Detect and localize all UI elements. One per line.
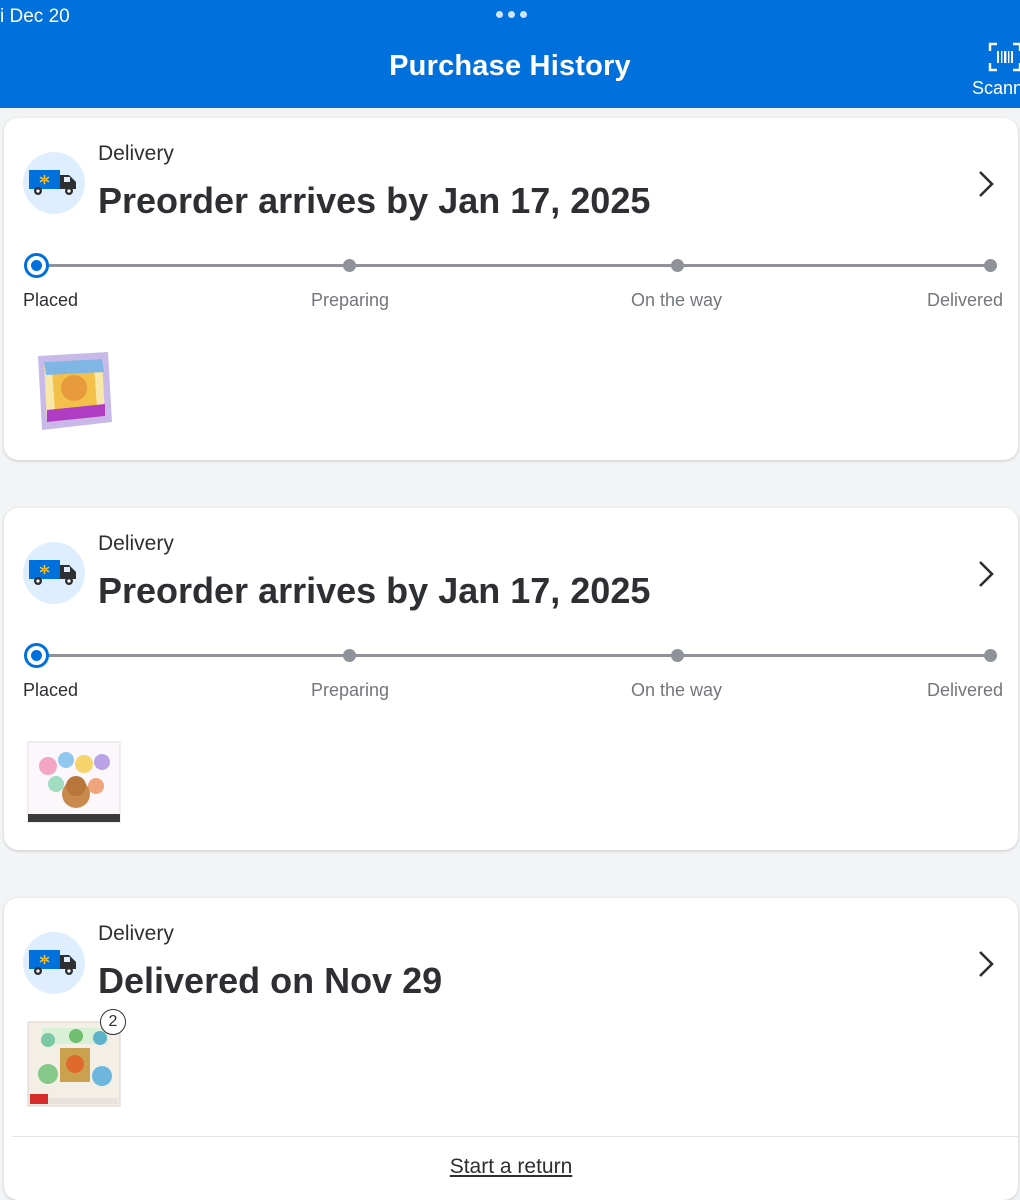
order-progress-tracker: Placed Preparing On the way Delivered <box>23 643 1004 704</box>
chevron-right-icon[interactable] <box>974 948 998 980</box>
progress-track-line <box>36 654 988 657</box>
order-card[interactable]: Delivery Preorder arrives by Jan 17, 202… <box>4 118 1018 460</box>
order-type-label: Delivery <box>98 532 174 555</box>
order-progress-tracker: Placed Preparing On the way Delivered <box>23 253 1004 314</box>
step-marker-placed <box>24 643 49 668</box>
step-label-delivered: Delivered <box>927 680 1004 700</box>
progress-track-line <box>36 264 988 267</box>
delivery-truck-icon <box>23 932 85 994</box>
step-marker-delivered <box>984 649 997 662</box>
multitasking-dots-icon[interactable] <box>496 11 527 18</box>
app-header: i Dec 20 Purchase History Scann <box>0 0 1020 108</box>
step-label-preparing: Preparing <box>311 290 390 310</box>
start-return-link[interactable]: Start a return <box>4 1155 1018 1179</box>
step-marker-on-the-way <box>671 649 684 662</box>
barcode-scan-icon <box>988 42 1020 72</box>
delivery-truck-icon <box>23 542 85 604</box>
step-marker-preparing <box>343 259 356 272</box>
step-label-delivered: Delivered <box>927 290 1004 310</box>
step-marker-delivered <box>984 259 997 272</box>
page-title: Purchase History <box>389 50 631 82</box>
scanner-label: Scann <box>972 78 1020 98</box>
order-status-headline: Preorder arrives by Jan 17, 2025 <box>98 570 651 611</box>
step-label-on-the-way: On the way <box>631 290 723 310</box>
product-thumbnail[interactable] <box>26 740 122 826</box>
order-card[interactable]: Delivery Delivered on Nov 29 2 Start a r… <box>4 898 1018 1200</box>
step-label-placed: Placed <box>23 680 79 700</box>
step-label-preparing: Preparing <box>311 680 390 700</box>
chevron-right-icon[interactable] <box>974 168 998 200</box>
step-label-placed: Placed <box>23 290 79 310</box>
item-quantity-badge: 2 <box>100 1009 126 1035</box>
delivery-truck-icon <box>23 152 85 214</box>
step-label-on-the-way: On the way <box>631 680 723 700</box>
step-marker-on-the-way <box>671 259 684 272</box>
product-thumbnail[interactable] <box>34 350 114 434</box>
step-marker-placed <box>24 253 49 278</box>
status-bar-date: i Dec 20 <box>0 6 70 27</box>
order-status-headline: Preorder arrives by Jan 17, 2025 <box>98 180 651 221</box>
step-marker-preparing <box>343 649 356 662</box>
order-type-label: Delivery <box>98 142 174 165</box>
card-divider <box>12 1136 1018 1137</box>
chevron-right-icon[interactable] <box>974 558 998 590</box>
order-type-label: Delivery <box>98 922 174 945</box>
order-status-headline: Delivered on Nov 29 <box>98 960 443 1001</box>
scanner-button[interactable]: Scann <box>968 40 1020 100</box>
order-card[interactable]: Delivery Preorder arrives by Jan 17, 202… <box>4 508 1018 850</box>
